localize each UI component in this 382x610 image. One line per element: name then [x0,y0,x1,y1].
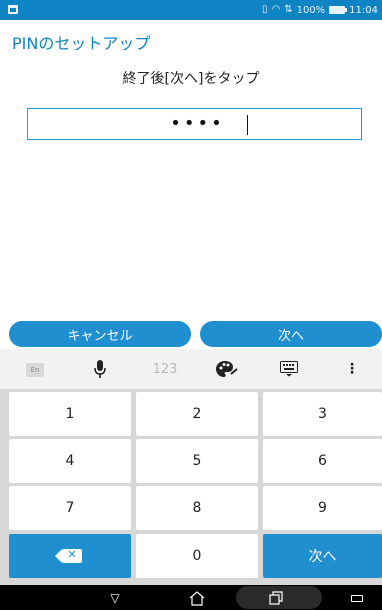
key-6[interactable]: 6 [263,439,382,483]
keyboard-icon[interactable] [278,349,300,389]
status-icons: ▯ ◠ ⇅ 100% 11:04 [262,0,378,20]
page-title: PINのセットアップ [12,34,151,53]
keyboard-next-key[interactable]: 次へ [263,534,382,578]
wifi-icon: ◠ [271,4,281,15]
more-options-icon[interactable]: ⋮ [345,349,359,389]
key-8[interactable]: 8 [136,486,258,530]
sync-icon: ⇅ [284,4,293,15]
key-0[interactable]: 0 [136,534,258,578]
pin-masked-value: •••• [170,113,225,134]
pin-input[interactable]: •••• [27,108,362,140]
navigation-bar: ▽ [0,585,382,610]
key-1[interactable]: 1 [9,392,131,436]
number-mode-icon[interactable]: 123 [148,349,182,389]
status-time: 11:04 [349,4,378,16]
key-7[interactable]: 7 [9,486,131,530]
home-icon[interactable] [187,587,207,609]
microphone-icon[interactable] [88,349,112,389]
key-3[interactable]: 3 [263,392,382,436]
next-button[interactable]: 次へ [200,321,382,347]
status-bar: ▯ ◠ ⇅ 100% 11:04 [0,0,382,20]
language-icon[interactable]: En [26,363,44,377]
theme-palette-icon[interactable] [214,349,240,389]
back-icon[interactable]: ▽ [105,587,125,609]
key-2[interactable]: 2 [136,392,258,436]
backspace-icon: ✕ [55,548,82,563]
notification-icon [8,5,18,14]
instruction-text: 終了後[次へ]をタップ [122,71,260,87]
key-4[interactable]: 4 [9,439,131,483]
cancel-button[interactable]: キャンセル [9,321,191,347]
battery-icon [329,6,348,14]
keyboard-switch-icon[interactable] [350,587,364,609]
key-9[interactable]: 9 [263,486,382,530]
backspace-key[interactable]: ✕ [9,534,131,578]
battery-percent: 100% [296,4,326,16]
vibrate-icon: ▯ [261,4,268,15]
recents-icon[interactable] [266,587,286,609]
backspace-glyph: ✕ [67,548,77,561]
text-cursor [247,115,248,135]
keyboard-toolbar: En 123 ⋮ [0,349,382,389]
key-5[interactable]: 5 [136,439,258,483]
